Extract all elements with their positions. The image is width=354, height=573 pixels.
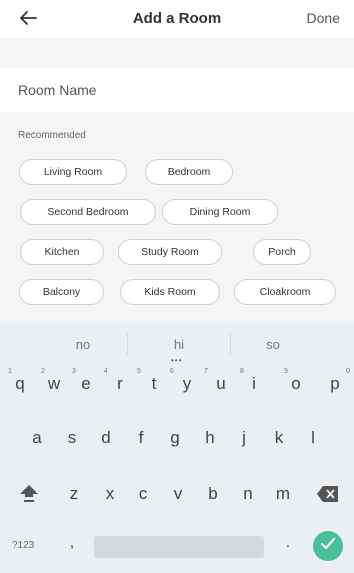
key-o[interactable]: o: [284, 374, 308, 394]
suggestion-divider: [127, 334, 128, 354]
key-i[interactable]: i: [242, 374, 266, 394]
key-t[interactable]: t: [142, 374, 166, 394]
on-screen-keyboard: no hi ••• so 1 2 3 4 5 6 7 8 9 0 q w e r…: [0, 324, 354, 573]
section-gap: [0, 38, 354, 68]
recommended-section: Recommended Living Room Bedroom Second B…: [0, 112, 354, 324]
chip-dining-room[interactable]: Dining Room: [162, 199, 278, 225]
check-icon: [320, 537, 336, 556]
key-v[interactable]: v: [166, 484, 190, 504]
key-w[interactable]: w: [42, 374, 66, 394]
suggestion-item[interactable]: hi: [129, 337, 229, 352]
key-l[interactable]: l: [301, 428, 325, 448]
more-suggestions-icon[interactable]: •••: [171, 356, 182, 365]
key-s[interactable]: s: [60, 428, 84, 448]
key-u[interactable]: u: [209, 374, 233, 394]
app-header: Add a Room Done: [0, 0, 354, 38]
chip-bedroom[interactable]: Bedroom: [145, 159, 233, 185]
chip-second-bedroom[interactable]: Second Bedroom: [20, 199, 156, 225]
key-r[interactable]: r: [108, 374, 132, 394]
key-number-hint: 5: [137, 368, 141, 375]
key-c[interactable]: c: [131, 484, 155, 504]
suggestion-item[interactable]: no: [33, 337, 133, 352]
chip-kitchen[interactable]: Kitchen: [20, 239, 104, 265]
shift-icon[interactable]: [18, 482, 40, 509]
room-name-row: [0, 68, 354, 112]
chip-porch[interactable]: Porch: [253, 239, 311, 265]
key-p[interactable]: p: [323, 374, 347, 394]
key-a[interactable]: a: [25, 428, 49, 448]
key-k[interactable]: k: [267, 428, 291, 448]
key-b[interactable]: b: [201, 484, 225, 504]
backspace-icon[interactable]: [316, 485, 340, 508]
chip-living-room[interactable]: Living Room: [19, 159, 127, 185]
symbols-key[interactable]: ?123: [12, 540, 34, 551]
key-x[interactable]: x: [98, 484, 122, 504]
key-e[interactable]: e: [74, 374, 98, 394]
key-number-hint: 6: [170, 368, 174, 375]
key-m[interactable]: m: [271, 484, 295, 504]
key-q[interactable]: q: [8, 374, 32, 394]
key-y[interactable]: y: [175, 374, 199, 394]
room-name-input[interactable]: [18, 68, 336, 112]
key-j[interactable]: j: [232, 428, 256, 448]
chip-cloakroom[interactable]: Cloakroom: [234, 279, 336, 305]
key-n[interactable]: n: [236, 484, 260, 504]
recommended-label: Recommended: [18, 130, 86, 141]
chip-balcony[interactable]: Balcony: [19, 279, 104, 305]
key-d[interactable]: d: [94, 428, 118, 448]
chip-kids-room[interactable]: Kids Room: [120, 279, 220, 305]
period-key[interactable]: .: [276, 534, 300, 551]
key-z[interactable]: z: [62, 484, 86, 504]
suggestion-bar: no hi ••• so: [0, 324, 354, 365]
page-title: Add a Room: [132, 10, 222, 27]
spacebar[interactable]: [94, 536, 264, 558]
chip-study-room[interactable]: Study Room: [118, 239, 222, 265]
key-f[interactable]: f: [129, 428, 153, 448]
enter-key[interactable]: [313, 531, 343, 561]
key-h[interactable]: h: [198, 428, 222, 448]
suggestion-item[interactable]: so: [223, 337, 323, 352]
done-button[interactable]: Done: [307, 10, 340, 26]
key-g[interactable]: g: [163, 428, 187, 448]
key-number-hint: 7: [204, 368, 208, 375]
comma-key[interactable]: ,: [60, 534, 84, 551]
